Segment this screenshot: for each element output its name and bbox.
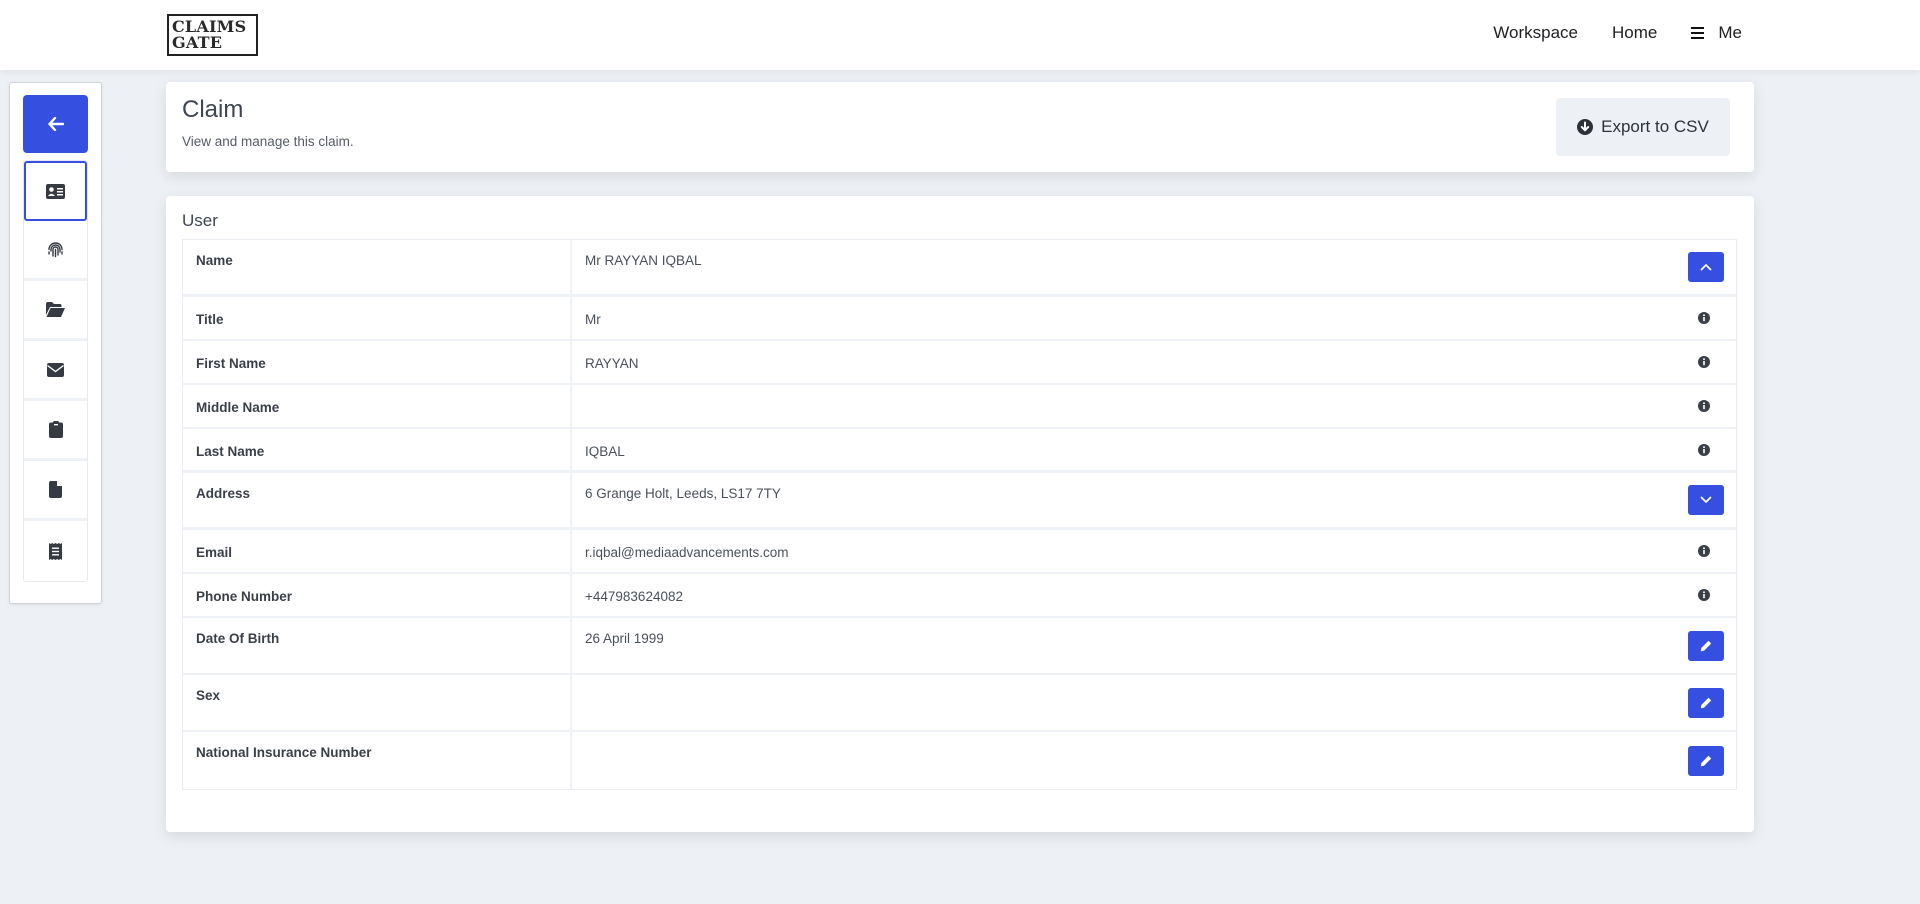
row-label: Phone Number [183, 574, 572, 616]
pencil-icon [1700, 640, 1712, 651]
top-navbar: CLAIMS GATE Workspace Home Me [0, 0, 1920, 70]
info-icon[interactable] [1698, 312, 1710, 324]
nav-link-me[interactable]: Me [1691, 23, 1742, 43]
edit-sex-button[interactable] [1688, 687, 1724, 718]
row-label: Email [183, 530, 572, 572]
row-value: Mr [585, 312, 601, 327]
nav-links: Workspace Home Me [1493, 0, 1742, 66]
row-value: Mr RAYYAN IQBAL [585, 253, 702, 268]
logo-line-2: GATE [172, 33, 223, 52]
info-icon[interactable] [1698, 443, 1710, 456]
row-label: National Insurance Number [183, 732, 572, 789]
id-card-icon [46, 183, 65, 199]
claims-gate-logo[interactable]: CLAIMS GATE [167, 14, 258, 56]
side-item-documents[interactable] [24, 461, 87, 521]
envelope-icon [47, 362, 64, 377]
edit-date-of-birth-button[interactable] [1688, 630, 1724, 661]
arrow-left-icon [47, 117, 64, 131]
table-row-national-insurance-number: National Insurance Number [183, 732, 1736, 789]
row-value: +447983624082 [585, 589, 683, 604]
nav-link-label: Me [1718, 23, 1742, 42]
row-value: IQBAL [585, 444, 625, 459]
circle-arrow-down-icon [1577, 119, 1594, 135]
table-row-name: Name Mr RAYYAN IQBAL [183, 240, 1736, 297]
table-row-date-of-birth: Date Of Birth 26 April 1999 [183, 618, 1736, 675]
pencil-icon [1700, 697, 1712, 708]
back-button[interactable] [23, 95, 88, 153]
table-row-first-name: First Name RAYYAN [183, 341, 1736, 385]
export-csv-label: Export to CSV [1601, 117, 1709, 136]
row-value: 6 Grange Holt, Leeds, LS17 7TY [585, 486, 781, 501]
info-icon[interactable] [1698, 545, 1710, 557]
row-label: First Name [183, 341, 572, 383]
collapse-name-button[interactable] [1688, 252, 1724, 282]
side-item-tasks[interactable] [24, 401, 87, 461]
row-label: Date Of Birth [183, 618, 572, 673]
page-subtitle: View and manage this claim. [182, 134, 354, 149]
side-item-receipts[interactable] [24, 521, 87, 581]
side-item-messages[interactable] [24, 341, 87, 401]
section-title-user: User [182, 211, 218, 230]
claim-header-card: Claim View and manage this claim. Export… [166, 82, 1754, 172]
pencil-icon [1700, 755, 1712, 766]
file-icon [49, 481, 62, 498]
row-label: Sex [183, 675, 572, 730]
nav-link-home[interactable]: Home [1612, 23, 1657, 43]
user-card: User Name Mr RAYYAN IQBAL Title Mr First… [166, 196, 1754, 832]
table-row-last-name: Last Name IQBAL [183, 429, 1736, 473]
row-value: RAYYAN [585, 356, 639, 371]
expand-address-button[interactable] [1688, 485, 1724, 515]
export-csv-button[interactable]: Export to CSV [1556, 98, 1730, 156]
folder-open-icon [46, 302, 65, 317]
side-item-identity[interactable] [24, 221, 87, 281]
side-nav-list [23, 160, 88, 582]
row-value [572, 385, 1736, 427]
row-label: Name [183, 240, 572, 294]
side-navigation [9, 82, 102, 604]
table-row-sex: Sex [183, 675, 1736, 732]
row-value: r.iqbal@mediaadvancements.com [585, 545, 789, 560]
row-value [572, 675, 1736, 730]
clipboard-icon [48, 421, 63, 438]
table-row-phone-number: Phone Number +447983624082 [183, 574, 1736, 618]
row-label: Middle Name [183, 385, 572, 427]
chevron-up-icon [1700, 264, 1712, 271]
table-row-middle-name: Middle Name [183, 385, 1736, 429]
table-row-address: Address 6 Grange Holt, Leeds, LS17 7TY [183, 473, 1736, 530]
fingerprint-icon [48, 242, 63, 258]
nav-link-label: Workspace [1493, 23, 1579, 42]
side-item-files[interactable] [24, 281, 87, 341]
hamburger-icon [1691, 24, 1705, 42]
receipt-icon [49, 542, 62, 560]
edit-national-insurance-number-button[interactable] [1688, 745, 1724, 776]
info-icon[interactable] [1698, 356, 1710, 368]
nav-link-workspace[interactable]: Workspace [1493, 23, 1578, 43]
info-icon[interactable] [1698, 400, 1710, 412]
row-label: Address [183, 473, 572, 527]
user-details-table: Name Mr RAYYAN IQBAL Title Mr First Name [182, 239, 1737, 790]
nav-link-label: Home [1612, 23, 1658, 42]
row-label: Last Name [183, 429, 572, 470]
side-item-user-details[interactable] [24, 161, 87, 221]
chevron-down-icon [1700, 496, 1712, 503]
table-row-email: Email r.iqbal@mediaadvancements.com [183, 530, 1736, 574]
row-value: 26 April 1999 [585, 631, 664, 646]
row-value [572, 732, 1736, 789]
row-label: Title [183, 297, 572, 339]
table-row-title: Title Mr [183, 297, 1736, 341]
info-icon[interactable] [1698, 589, 1710, 601]
page-title: Claim [182, 96, 244, 123]
